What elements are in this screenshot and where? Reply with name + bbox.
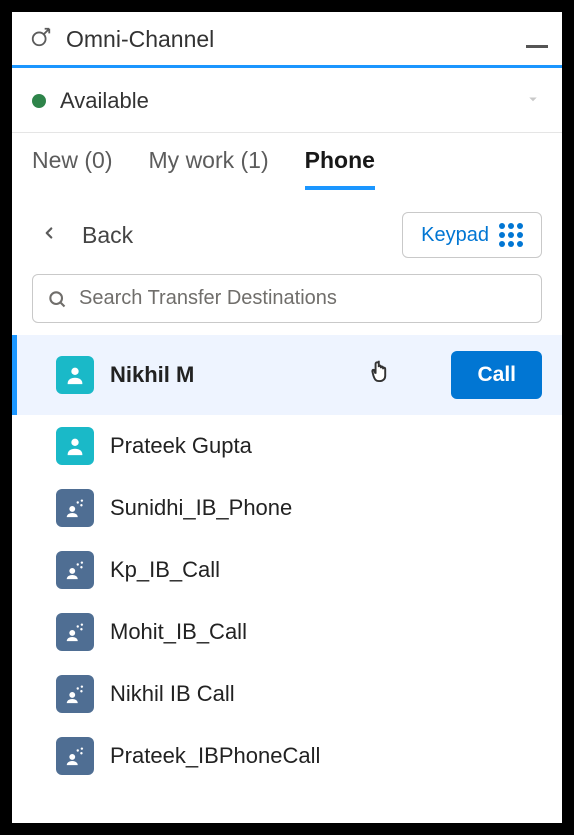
status-dot xyxy=(32,94,46,108)
search-container xyxy=(12,274,562,335)
panel-title: Omni-Channel xyxy=(66,26,512,53)
queue-avatar-icon xyxy=(56,613,94,651)
destination-row[interactable]: Prateek Gupta xyxy=(12,415,562,477)
minimize-button[interactable] xyxy=(526,45,548,48)
destination-name: Kp_IB_Call xyxy=(110,557,220,583)
destination-row[interactable]: Sunidhi_IB_Phone xyxy=(12,477,562,539)
tab-new[interactable]: New (0) xyxy=(32,147,113,190)
destination-row[interactable]: Mohit_IB_Call xyxy=(12,601,562,663)
keypad-button[interactable]: Keypad xyxy=(402,212,542,258)
destination-name: Prateek Gupta xyxy=(110,433,252,459)
search-field[interactable] xyxy=(32,274,542,323)
back-button[interactable]: Back xyxy=(82,222,378,249)
search-input[interactable] xyxy=(79,287,527,310)
tabs: New (0) My work (1) Phone xyxy=(12,133,562,190)
destination-name: Nikhil M xyxy=(110,362,194,388)
destination-row[interactable]: Nikhil M Call xyxy=(12,335,562,415)
destination-row[interactable]: Kp_IB_Call xyxy=(12,539,562,601)
omni-channel-icon xyxy=(30,26,52,53)
search-icon xyxy=(47,289,67,309)
queue-avatar-icon xyxy=(56,737,94,775)
destination-name: Prateek_IBPhoneCall xyxy=(110,743,320,769)
keypad-icon xyxy=(499,223,523,247)
nav-row: Back Keypad xyxy=(12,190,562,274)
destination-name: Sunidhi_IB_Phone xyxy=(110,495,292,521)
user-avatar-icon xyxy=(56,427,94,465)
queue-avatar-icon xyxy=(56,489,94,527)
destination-row[interactable]: Nikhil IB Call xyxy=(12,663,562,725)
destination-row[interactable]: Prateek_IBPhoneCall xyxy=(12,725,562,787)
user-avatar-icon xyxy=(56,356,94,394)
presence-status[interactable]: Available xyxy=(12,68,562,133)
tab-my-work[interactable]: My work (1) xyxy=(149,147,269,190)
tab-phone[interactable]: Phone xyxy=(305,147,375,190)
back-chevron-icon[interactable] xyxy=(40,224,58,247)
pointer-cursor-icon xyxy=(369,358,395,393)
status-text: Available xyxy=(60,88,149,114)
keypad-label: Keypad xyxy=(421,224,489,247)
queue-avatar-icon xyxy=(56,551,94,589)
destination-name: Mohit_IB_Call xyxy=(110,619,247,645)
omni-channel-panel: Omni-Channel Available New (0) My work (… xyxy=(12,12,562,823)
queue-avatar-icon xyxy=(56,675,94,713)
call-button[interactable]: Call xyxy=(451,351,542,399)
destination-list: Nikhil M Call Prateek Gupta Sunidhi_IB_Phon… xyxy=(12,335,562,787)
destination-name: Nikhil IB Call xyxy=(110,681,235,707)
titlebar: Omni-Channel xyxy=(12,12,562,68)
chevron-down-icon xyxy=(524,90,542,113)
